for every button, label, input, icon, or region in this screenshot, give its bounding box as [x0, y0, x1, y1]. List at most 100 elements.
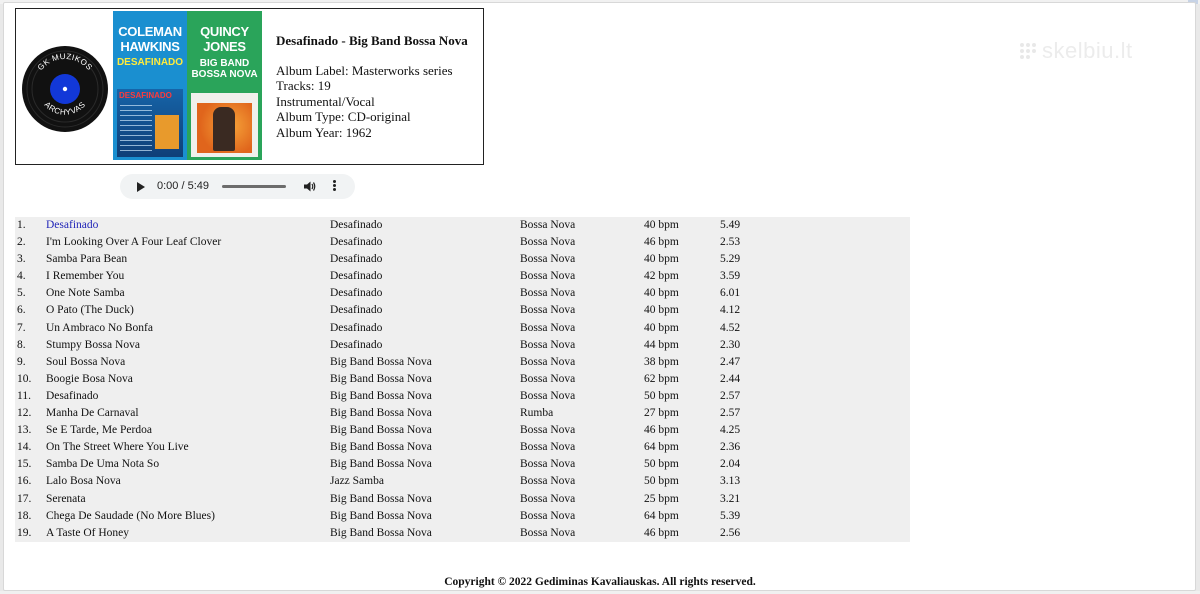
track-number-cell: 10. [15, 371, 46, 388]
track-bpm: 25 bpm [644, 492, 679, 505]
track-number-cell: 13. [15, 422, 46, 439]
track-genre: Bossa Nova [520, 424, 576, 437]
track-genre: Bossa Nova [520, 321, 576, 334]
track-genre: Bossa Nova [520, 355, 576, 368]
track-album-cell: Desafinado [330, 302, 520, 319]
cover-subtitle-left: DESAFINADO [116, 57, 184, 68]
volume-icon[interactable] [304, 181, 316, 192]
audio-player[interactable]: 0:00 / 5:49 [120, 174, 355, 199]
track-genre-cell: Bossa Nova [520, 320, 644, 337]
track-title-cell: I'm Looking Over A Four Leaf Clover [46, 234, 330, 251]
track-genre: Bossa Nova [520, 509, 576, 522]
track-row: 19. A Taste Of Honey Big Band Bossa Nova Bo… [15, 525, 910, 542]
track-duration-cell: 2.30 [720, 337, 910, 354]
track-album: Big Band Bossa Nova [330, 526, 432, 539]
track-title: Manha De Carnaval [46, 407, 139, 420]
track-genre-cell: Bossa Nova [520, 508, 644, 525]
track-title-link[interactable]: Desafinado [46, 219, 98, 231]
track-number-cell: 5. [15, 285, 46, 302]
track-bpm: 40 bpm [644, 219, 679, 231]
cover-photo-right-figure [213, 107, 235, 151]
watermark: skelbiu.lt [1018, 38, 1178, 68]
track-row: 3. Samba Para Bean Desafinado Bossa Nova 40 … [15, 251, 910, 268]
play-icon[interactable] [137, 182, 145, 192]
track-number-cell: 2. [15, 234, 46, 251]
track-number-cell: 8. [15, 337, 46, 354]
track-genre: Bossa Nova [520, 492, 576, 505]
track-album: Desafinado [330, 287, 383, 300]
track-row: 12. Manha De Carnaval Big Band Bossa Nova R… [15, 405, 910, 422]
track-genre-cell: Bossa Nova [520, 285, 644, 302]
track-number-cell: 11. [15, 388, 46, 405]
cover-artist-left-2: HAWKINS [120, 39, 180, 54]
track-row: 10. Boogie Bosa Nova Big Band Bossa Nova Bo… [15, 371, 910, 388]
track-genre-cell: Bossa Nova [520, 302, 644, 319]
album-kind: Instrumental/Vocal [276, 93, 375, 109]
track-album: Desafinado [330, 321, 383, 334]
track-duration-cell: 5.49 [720, 217, 910, 234]
track-bpm-cell: 64 bpm [644, 508, 720, 525]
track-title-cell: Samba Para Bean [46, 251, 330, 268]
track-album-cell: Desafinado [330, 320, 520, 337]
track-genre: Bossa Nova [520, 389, 576, 402]
track-genre: Bossa Nova [520, 236, 576, 249]
track-album: Big Band Bossa Nova [330, 458, 432, 471]
track-row: 16. Lalo Bosa Nova Jazz Samba Bossa Nova 50 … [15, 473, 910, 490]
track-duration: 2.56 [720, 526, 741, 539]
album-title: Desafinado - Big Band Bossa Nova [276, 33, 468, 48]
track-title-cell: Serenata [46, 491, 330, 508]
player-progress-slider[interactable] [222, 185, 286, 188]
track-bpm-cell: 40 bpm [644, 320, 720, 337]
album-cover: COLEMAN HAWKINS DESAFINADO DESAFINADO QU… [113, 11, 262, 160]
track-duration: 2.57 [720, 407, 741, 420]
track-genre-cell: Bossa Nova [520, 251, 644, 268]
track-number-cell: 17. [15, 491, 46, 508]
track-album: Desafinado [330, 253, 383, 266]
cover-artist-right-1: QUINCY [200, 24, 249, 39]
track-album: Big Band Bossa Nova [330, 355, 432, 368]
track-title-cell: Manha De Carnaval [46, 405, 330, 422]
track-duration: 4.25 [720, 424, 741, 437]
vinyl-record-logo: GK MUZIKOS ARCHYVAS [22, 46, 108, 132]
track-album-cell: Big Band Bossa Nova [330, 405, 520, 422]
track-duration-cell: 6.01 [720, 285, 910, 302]
track-genre-cell: Bossa Nova [520, 491, 644, 508]
track-title-cell: O Pato (The Duck) [46, 302, 330, 319]
track-bpm-cell: 64 bpm [644, 439, 720, 456]
track-genre-cell: Bossa Nova [520, 456, 644, 473]
track-bpm-cell: 40 bpm [644, 217, 720, 234]
cover-artist-right-2: JONES [203, 39, 246, 54]
track-row: 14. On The Street Where You Live Big Band … [15, 439, 910, 456]
track-genre-cell: Bossa Nova [520, 525, 644, 542]
track-row: 5. One Note Samba Desafinado Bossa Nova 40 b… [15, 285, 910, 302]
track-genre-cell: Rumba [520, 405, 644, 422]
track-bpm-cell: 62 bpm [644, 371, 720, 388]
track-bpm-cell: 46 bpm [644, 234, 720, 251]
track-genre-cell: Bossa Nova [520, 388, 644, 405]
track-genre-cell: Bossa Nova [520, 234, 644, 251]
track-genre-cell: Bossa Nova [520, 473, 644, 490]
track-number-cell: 12. [15, 405, 46, 422]
track-album-cell: Desafinado [330, 234, 520, 251]
track-album-cell: Big Band Bossa Nova [330, 388, 520, 405]
track-genre: Bossa Nova [520, 270, 576, 283]
track-title-cell: Boogie Bosa Nova [46, 371, 330, 388]
track-row: 2. I'm Looking Over A Four Leaf Clover Des… [15, 234, 910, 251]
watermark-text: skelbiu.lt [1042, 38, 1133, 63]
track-number-cell: 3. [15, 251, 46, 268]
track-album: Big Band Bossa Nova [330, 407, 432, 420]
track-genre-cell: Bossa Nova [520, 337, 644, 354]
track-title: Serenata [46, 492, 86, 505]
track-duration: 2.57 [720, 389, 741, 402]
track-bpm: 64 bpm [644, 509, 679, 522]
track-row: 8. Stumpy Bossa Nova Desafinado Bossa Nova 4… [15, 337, 910, 354]
more-options-icon[interactable] [330, 179, 338, 193]
track-duration-cell: 3.13 [720, 473, 910, 490]
track-album-cell: Big Band Bossa Nova [330, 354, 520, 371]
track-album: Desafinado [330, 270, 383, 283]
track-duration: 2.47 [720, 355, 741, 368]
track-album: Big Band Bossa Nova [330, 424, 432, 437]
footer-copyright: Copyright © 2022 Gediminas Kavaliauskas.… [444, 576, 756, 588]
track-duration-cell: 2.57 [720, 405, 910, 422]
track-number: 5. [17, 287, 26, 300]
